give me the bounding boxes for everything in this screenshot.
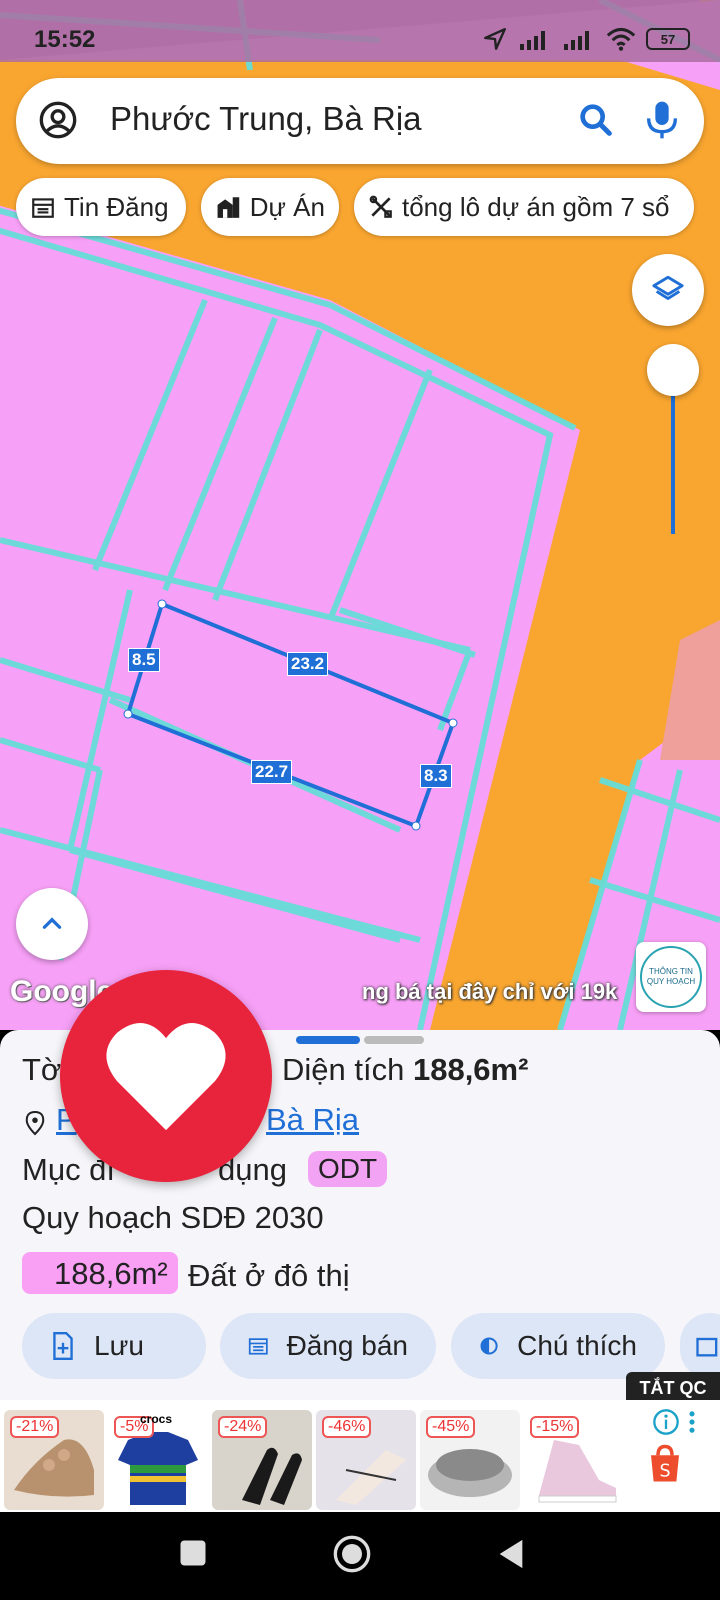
ad-brand: crocs: [140, 1412, 173, 1426]
ad-info-icon[interactable]: [652, 1408, 680, 1436]
back-icon[interactable]: [494, 1536, 528, 1572]
location-arrow-icon: [484, 28, 506, 50]
discount-badge: -24%: [218, 1416, 268, 1438]
ad-product-shoes[interactable]: -24%: [212, 1410, 312, 1510]
ad-product-sneaker[interactable]: -15%: [524, 1410, 624, 1510]
discount-badge: -45%: [426, 1416, 476, 1438]
recent-apps-icon[interactable]: [178, 1538, 208, 1568]
status-time: 15:52: [34, 26, 96, 53]
post-sale-button[interactable]: Đăng bán: [220, 1313, 436, 1379]
system-nav-bar: [0, 1512, 720, 1600]
legend-button[interactable]: Chú thích: [451, 1313, 665, 1379]
signal-icon: [520, 31, 545, 50]
search-query[interactable]: Phước Trung, Bà Rịa: [110, 100, 422, 138]
svg-text:S: S: [659, 1461, 670, 1481]
signal-icon: [564, 31, 589, 50]
chip-du-an[interactable]: Dự Án: [201, 178, 339, 236]
sheet-handle-secondary: [364, 1036, 424, 1044]
ad-product-sandal-2[interactable]: -46%: [316, 1410, 416, 1510]
plan-label: Quy hoạch SDĐ 2030: [22, 1200, 324, 1235]
badge-line: QUY HOẠCH: [646, 977, 696, 986]
segment-label: 8.5: [128, 648, 160, 672]
status-bar: 15:52 57: [0, 0, 720, 62]
account-icon[interactable]: [38, 100, 78, 140]
sheet-handle[interactable]: [296, 1036, 360, 1044]
layers-icon: [652, 275, 684, 300]
chevron-up-icon: [42, 917, 62, 929]
badge-line: THÔNG TIN: [649, 967, 693, 976]
discount-badge: -46%: [322, 1416, 372, 1438]
ad-more-icon[interactable]: [686, 1408, 698, 1436]
heart-icon: [106, 1023, 226, 1131]
plan-area: 188,6m²: [54, 1256, 168, 1291]
building-icon: [217, 197, 240, 218]
chip-label: tổng lô dự án gồm 7 sổ: [402, 191, 670, 222]
chip-tin-dang[interactable]: Tin Đăng: [16, 178, 186, 236]
area-value: 188,6m²: [412, 1052, 529, 1087]
shopee-logo-icon[interactable]: S: [644, 1442, 686, 1486]
calendar-icon: [32, 198, 54, 218]
save-icon: [53, 1331, 73, 1361]
sheet-title-prefix: Tờ: [22, 1052, 62, 1087]
contrast-icon: [480, 1337, 498, 1355]
microphone-icon[interactable]: [642, 98, 682, 142]
segment-label: 23.2: [287, 652, 329, 676]
purpose-tag-wrap: ODT: [308, 1150, 388, 1187]
home-icon[interactable]: [332, 1534, 372, 1574]
chip-label: Tin Đăng: [64, 191, 169, 222]
calendar-list-icon: [248, 1338, 268, 1355]
layers-button[interactable]: [632, 254, 704, 326]
ad-product-sandal[interactable]: -21%: [4, 1410, 104, 1510]
zoom-slider-knob[interactable]: [647, 344, 699, 396]
segment-label: 22.7: [251, 760, 293, 784]
post-sale-label: Đăng bán: [286, 1330, 408, 1361]
ad-product-slide[interactable]: -45%: [420, 1410, 520, 1510]
planning-info-logo: THÔNG TIN QUY HOẠCH: [640, 946, 702, 1008]
zoom-slider-track[interactable]: [671, 378, 675, 534]
wifi-icon: [606, 27, 636, 51]
legend-label: Chú thích: [517, 1330, 637, 1361]
segment-label: 8.3: [420, 764, 452, 788]
chip-project-lots[interactable]: tổng lô dự án gồm 7 sổ: [354, 178, 694, 236]
location-pin-icon: [25, 1110, 45, 1136]
add-photo-icon: [696, 1337, 718, 1357]
battery-icon: 57: [646, 28, 690, 50]
planning-info-badge[interactable]: THÔNG TIN QUY HOẠCH: [636, 942, 706, 1012]
favorite-heart-button[interactable]: [60, 970, 272, 1182]
tools-icon: [369, 195, 392, 218]
purpose-tag: ODT: [308, 1151, 388, 1187]
ad-product-polo[interactable]: -5% crocs: [108, 1410, 208, 1510]
plan-type: Đất ở đô thị: [188, 1258, 350, 1293]
save-label: Lưu: [94, 1330, 144, 1361]
address-link-end[interactable]: Bà Rịa: [266, 1102, 359, 1138]
search-icon[interactable]: [576, 100, 616, 140]
search-bar[interactable]: Phước Trung, Bà Rịa: [16, 78, 704, 164]
promo-text[interactable]: ng bá tại đây chỉ với 19k: [362, 979, 617, 1005]
discount-badge: -15%: [530, 1416, 580, 1438]
chip-label: Dự Án: [249, 191, 325, 222]
expand-up-button[interactable]: [16, 888, 88, 960]
save-button[interactable]: Lưu: [22, 1313, 206, 1379]
area-row: Diện tích 188,6m²: [282, 1052, 528, 1088]
area-label: Diện tích: [282, 1052, 405, 1087]
discount-badge: -21%: [10, 1416, 60, 1438]
